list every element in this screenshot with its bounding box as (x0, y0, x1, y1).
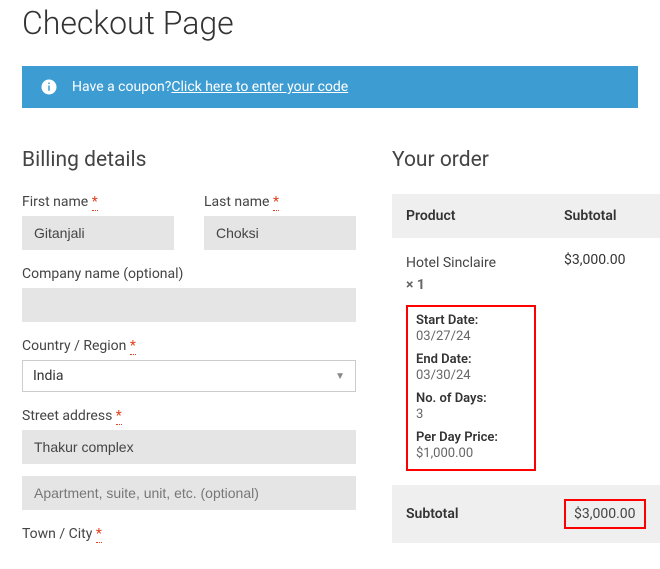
country-select-value: India (33, 368, 63, 384)
company-input[interactable] (22, 288, 356, 322)
street-address-2-input[interactable] (22, 476, 356, 510)
booking-details-box: Start Date: 03/27/24 End Date: 03/30/24 … (406, 305, 536, 471)
required-indicator: * (96, 526, 102, 543)
street-label: Street address * (22, 408, 356, 424)
days-label: No. of Days: (416, 391, 526, 406)
per-day-label: Per Day Price: (416, 430, 526, 445)
billing-heading: Billing details (22, 148, 356, 172)
line-total: $3,000.00 (550, 238, 660, 485)
subtotal-value: $3,000.00 (564, 499, 646, 529)
chevron-down-icon: ▼ (335, 371, 345, 382)
subtotal-header: Subtotal (550, 194, 660, 238)
order-line-item: Hotel Sinclaire × 1 Start Date: 03/27/24… (392, 238, 660, 485)
coupon-link[interactable]: Click here to enter your code (171, 79, 348, 95)
order-table: Product Subtotal Hotel Sinclaire × 1 (392, 194, 660, 543)
product-header: Product (392, 194, 550, 238)
country-label: Country / Region * (22, 338, 356, 354)
last-name-input[interactable] (204, 216, 356, 250)
end-date-label: End Date: (416, 352, 526, 367)
days-value: 3 (416, 407, 526, 422)
town-label: Town / City * (22, 526, 356, 542)
page-title: Checkout Page (22, 4, 638, 42)
street-address-1-input[interactable] (22, 430, 356, 464)
product-name: Hotel Sinclaire × 1 (406, 252, 536, 297)
company-label: Company name (optional) (22, 266, 356, 282)
coupon-prompt-text: Have a coupon? (72, 79, 171, 95)
per-day-value: $1,000.00 (416, 446, 526, 461)
first-name-input[interactable] (22, 216, 174, 250)
required-indicator: * (130, 338, 136, 355)
start-date-value: 03/27/24 (416, 329, 526, 344)
info-icon (40, 78, 58, 96)
subtotal-label: Subtotal (392, 485, 550, 543)
required-indicator: * (92, 194, 98, 211)
start-date-label: Start Date: (416, 313, 526, 328)
order-heading: Your order (392, 148, 638, 172)
end-date-value: 03/30/24 (416, 368, 526, 383)
required-indicator: * (273, 194, 279, 211)
coupon-notice: Have a coupon? Click here to enter your … (22, 66, 638, 108)
last-name-label: Last name * (204, 194, 356, 210)
subtotal-row: Subtotal $3,000.00 (392, 485, 660, 543)
required-indicator: * (116, 408, 122, 425)
first-name-label: First name * (22, 194, 174, 210)
country-select[interactable]: India ▼ (22, 360, 356, 392)
